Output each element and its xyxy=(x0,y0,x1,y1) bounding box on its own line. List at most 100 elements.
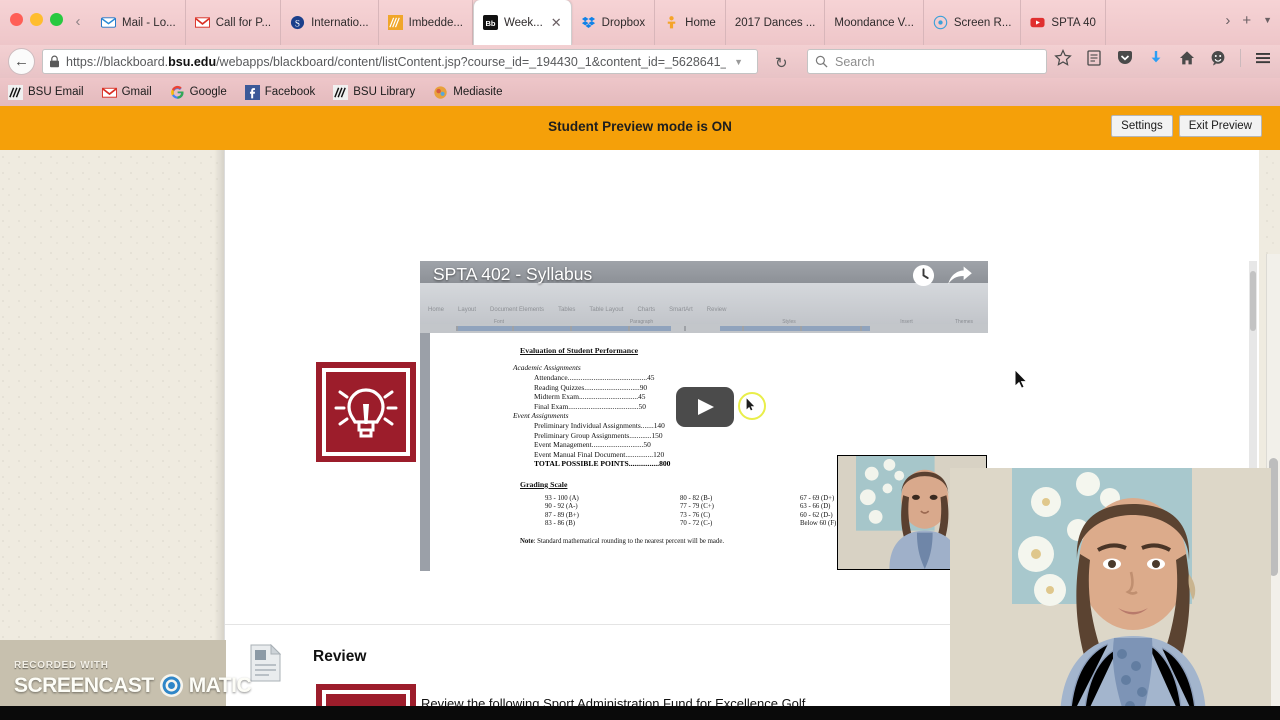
settings-button[interactable]: Settings xyxy=(1111,115,1173,137)
smiley-icon[interactable] xyxy=(1209,49,1227,67)
review-heading: Review xyxy=(313,648,367,665)
browser-tab-spta-402[interactable]: SPTA 40 xyxy=(1021,0,1106,45)
share-arrow-icon[interactable] xyxy=(947,266,973,286)
clock-icon[interactable] xyxy=(912,264,935,287)
new-tab-button[interactable]: + xyxy=(1242,13,1251,28)
gmail-icon xyxy=(101,87,117,98)
bookmark-label: Gmail xyxy=(121,86,152,98)
hamburger-menu-icon[interactable] xyxy=(1254,49,1272,67)
zoom-window-button[interactable] xyxy=(50,13,63,26)
svg-text:Bb: Bb xyxy=(485,19,495,28)
close-icon[interactable]: ✕ xyxy=(551,15,562,31)
url-text: https://blackboard.bsu.edu/webapps/black… xyxy=(66,54,727,69)
video-title: SPTA 402 - Syllabus xyxy=(433,264,593,284)
exit-preview-button[interactable]: Exit Preview xyxy=(1178,115,1262,137)
document-icon xyxy=(250,644,281,682)
browser-tab-dropbox[interactable]: Dropbox xyxy=(572,0,656,45)
record-ring-icon xyxy=(159,673,183,698)
doc-row: Reading Quizzes.........................… xyxy=(534,382,648,392)
bookmark-bsu-library[interactable]: BSU Library xyxy=(333,84,415,100)
doc-heading: Evaluation of Student Performance xyxy=(520,346,639,355)
bookmark-facebook[interactable]: Facebook xyxy=(244,84,316,100)
bsu-icon xyxy=(8,84,23,100)
tab-scroll-right-icon[interactable]: › xyxy=(1225,13,1230,28)
tab-strip-tools: › + ▼ xyxy=(1225,13,1272,28)
close-window-button[interactable] xyxy=(10,13,23,26)
browser-tab-week-active[interactable]: Bb Week... ✕ xyxy=(472,0,572,45)
tab-list: Mail - Lo... Call for P... S Internatio.… xyxy=(92,0,1106,45)
browser-tab-home[interactable]: Home xyxy=(655,0,726,45)
tab-scroll-left-icon[interactable]: ‹ xyxy=(70,14,86,30)
record-icon xyxy=(933,15,948,30)
ribbon-tab: Layout xyxy=(458,307,477,313)
browser-tab-mail[interactable]: Mail - Lo... xyxy=(92,0,186,45)
tab-label: Mail - Lo... xyxy=(122,16,176,29)
mediasite-icon xyxy=(434,85,447,99)
browser-tab-imbedded[interactable]: Imbedde... xyxy=(379,0,473,45)
presenter-webcam-overlay xyxy=(950,468,1271,720)
google-icon xyxy=(170,85,184,99)
reload-icon[interactable]: ↻ xyxy=(775,54,788,72)
bookmark-mediasite[interactable]: Mediasite xyxy=(433,85,502,100)
browser-tab-moondance[interactable]: Moondance V... xyxy=(825,0,924,45)
lightbulb-logo-icon xyxy=(316,362,416,462)
doc-row: Midterm Exam............................… xyxy=(534,392,646,401)
search-bar[interactable]: Search xyxy=(807,49,1047,74)
section-divider xyxy=(225,624,952,625)
presenter-webcam-image xyxy=(950,468,1271,720)
doc-grading-heading: Grading Scale xyxy=(520,480,568,489)
play-triangle xyxy=(698,399,714,415)
doc-row: Preliminary Individual Assignments......… xyxy=(534,421,665,430)
bookmark-label: Facebook xyxy=(264,86,316,98)
browser-tab-call-for-p[interactable]: Call for P... xyxy=(186,0,282,45)
back-button[interactable]: ← xyxy=(8,48,35,75)
url-bar[interactable]: https://blackboard.bsu.edu/webapps/black… xyxy=(42,49,758,74)
home-icon[interactable] xyxy=(1178,49,1196,67)
bsu-icon xyxy=(333,84,349,100)
bookmarks-bar: BSU Email Gmail Google Facebook BSU Libr… xyxy=(0,78,1280,106)
doc-section-academic: Academic Assignments xyxy=(513,363,581,372)
word-ribbon: Home Layout Document Elements Tables Tab… xyxy=(420,283,988,343)
window-controls[interactable] xyxy=(10,13,63,26)
browser-tab-2017-dances[interactable]: 2017 Dances ... xyxy=(726,0,826,45)
tab-label: Screen R... xyxy=(953,16,1012,29)
toolbar-icons xyxy=(1054,49,1272,67)
search-input[interactable]: Search xyxy=(835,55,875,69)
minimize-window-button[interactable] xyxy=(30,13,43,26)
page-left-rail xyxy=(0,150,224,720)
url-dropdown-chevron-down-icon[interactable]: ▼ xyxy=(734,57,743,67)
recorder-brand-right: MATIC xyxy=(188,673,252,697)
content-scrollbar-thumb[interactable] xyxy=(1250,271,1256,331)
star-icon[interactable] xyxy=(1054,49,1072,67)
bookmark-bsu-email[interactable]: BSU Email xyxy=(8,84,84,100)
doc-row: Final Exam..............................… xyxy=(534,401,646,411)
ribbon-tab: Document Elements xyxy=(490,307,545,313)
doc-note: Note: Standard mathematical rounding to … xyxy=(520,538,725,545)
search-icon xyxy=(815,55,828,68)
bookmark-gmail[interactable]: Gmail xyxy=(101,85,152,100)
browser-tab-international[interactable]: S Internatio... xyxy=(281,0,379,45)
youtube-icon xyxy=(1030,17,1045,28)
document-left-margin xyxy=(420,333,430,571)
tab-label: Dropbox xyxy=(601,16,646,29)
recorder-brand-left: SCREENCAST xyxy=(14,673,154,697)
pocket-icon[interactable] xyxy=(1116,49,1134,67)
doc-section-event: Event Assignments xyxy=(513,411,569,420)
globe-icon: S xyxy=(291,15,305,29)
blackboard-icon: Bb xyxy=(482,15,498,30)
doc-row: Event Management........................… xyxy=(534,440,651,449)
word-ruler xyxy=(420,324,988,333)
reader-icon[interactable] xyxy=(1085,49,1103,67)
doc-row: Attendance..............................… xyxy=(534,373,655,382)
ribbon-tab: Charts xyxy=(637,307,656,313)
browser-tab-screen-recorder[interactable]: Screen R... xyxy=(924,0,1022,45)
ribbon-tab: Table Layout xyxy=(589,307,624,313)
ribbon-tab: Home xyxy=(428,307,445,313)
download-icon[interactable] xyxy=(1147,49,1165,67)
ribbon-tab: Review xyxy=(706,307,727,313)
student-preview-bar: Student Preview mode is ON Settings Exit… xyxy=(0,106,1280,150)
play-button-icon[interactable] xyxy=(676,387,734,427)
tab-list-chevron-down-icon[interactable]: ▼ xyxy=(1263,13,1272,28)
tab-label: Call for P... xyxy=(215,16,272,29)
bookmark-google[interactable]: Google xyxy=(170,85,227,100)
